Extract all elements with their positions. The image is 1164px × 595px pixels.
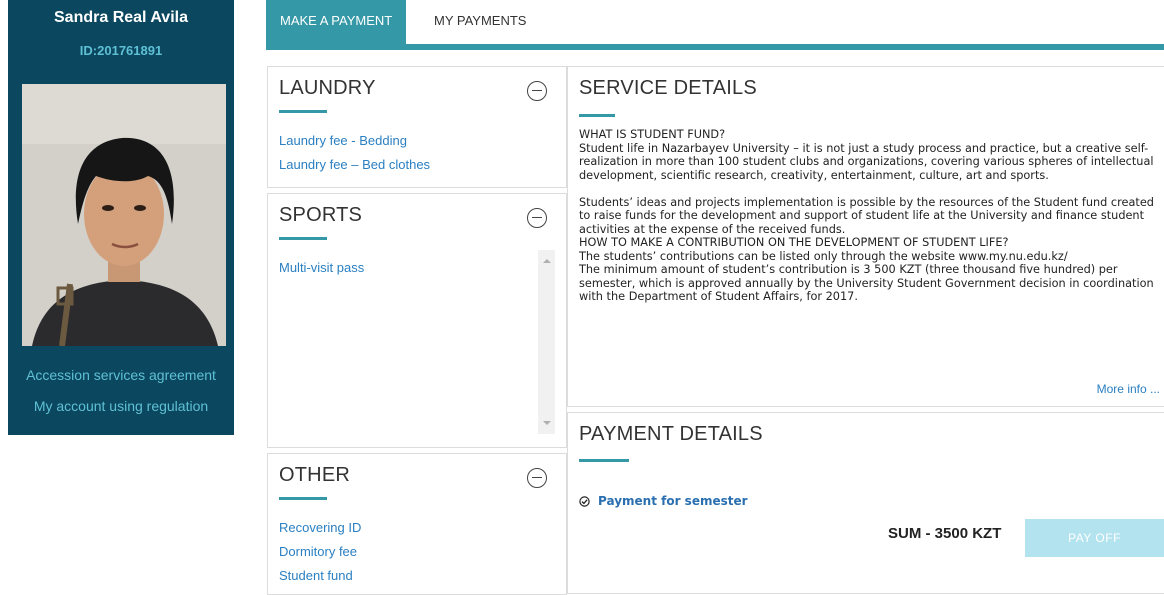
account-regulation-link[interactable]: My account using regulation xyxy=(8,398,234,414)
laundry-title: LAUNDRY xyxy=(279,77,376,99)
payment-tabs: MAKE A PAYMENT MY PAYMENTS xyxy=(266,0,1164,50)
payment-details-title: PAYMENT DETAILS xyxy=(579,423,763,445)
tabs-underline-bar xyxy=(266,44,1164,50)
sports-title: SPORTS xyxy=(279,204,363,226)
sports-panel: SPORTS Multi-visit pass xyxy=(267,193,567,448)
other-title-underline xyxy=(279,497,327,500)
service-paragraph-1: WHAT IS STUDENT FUND? Student life in Na… xyxy=(579,128,1154,182)
sports-title-underline xyxy=(279,237,327,240)
student-photo xyxy=(22,84,226,346)
sports-scrollbar[interactable] xyxy=(538,250,555,434)
scroll-up-arrow-icon[interactable] xyxy=(543,259,551,263)
multi-visit-pass-link[interactable]: Multi-visit pass xyxy=(279,260,364,275)
service-details-text: WHAT IS STUDENT FUND? Student life in Na… xyxy=(579,128,1164,304)
recovering-id-link[interactable]: Recovering ID xyxy=(279,520,361,535)
payment-details-panel: PAYMENT DETAILS Payment for semester SUM… xyxy=(567,412,1164,594)
scroll-down-arrow-icon[interactable] xyxy=(543,421,551,425)
accession-agreement-link[interactable]: Accession services agreement xyxy=(8,367,234,383)
laundry-collapse-icon[interactable] xyxy=(527,81,547,101)
laundry-title-underline xyxy=(279,110,327,113)
service-details-panel: SERVICE DETAILS WHAT IS STUDENT FUND? St… xyxy=(567,66,1164,407)
other-collapse-icon[interactable] xyxy=(527,468,547,488)
service-details-underline xyxy=(579,114,615,117)
student-name: Sandra Real Avila xyxy=(54,9,188,26)
student-id: ID:201761891 xyxy=(79,43,163,58)
service-paragraph-2: Students’ ideas and projects implementat… xyxy=(579,195,1154,304)
tab-my-payments[interactable]: MY PAYMENTS xyxy=(420,0,540,44)
student-fund-link[interactable]: Student fund xyxy=(279,568,353,583)
check-circle-icon xyxy=(579,495,590,507)
payment-option[interactable]: Payment for semester xyxy=(579,494,748,508)
dormitory-fee-link[interactable]: Dormitory fee xyxy=(279,544,357,559)
other-panel: OTHER Recovering ID Dormitory fee Studen… xyxy=(267,453,567,595)
other-title: OTHER xyxy=(279,464,350,486)
service-details-title: SERVICE DETAILS xyxy=(579,77,757,99)
laundry-fee-bedding-link[interactable]: Laundry fee - Bedding xyxy=(279,133,407,148)
pay-off-button[interactable]: PAY OFF xyxy=(1025,519,1164,557)
more-info-link[interactable]: More info ... xyxy=(1097,382,1160,396)
sports-collapse-icon[interactable] xyxy=(527,208,547,228)
payment-option-label: Payment for semester xyxy=(598,494,748,508)
laundry-fee-bed-clothes-link[interactable]: Laundry fee – Bed clothes xyxy=(279,157,430,172)
payment-details-underline xyxy=(579,459,629,462)
laundry-panel: LAUNDRY Laundry fee - Bedding Laundry fe… xyxy=(267,66,567,188)
profile-sidebar: Sandra Real Avila ID:201761891 Accession… xyxy=(8,0,234,435)
payment-sum: SUM - 3500 KZT xyxy=(888,525,1002,542)
tab-make-payment[interactable]: MAKE A PAYMENT xyxy=(266,0,407,44)
